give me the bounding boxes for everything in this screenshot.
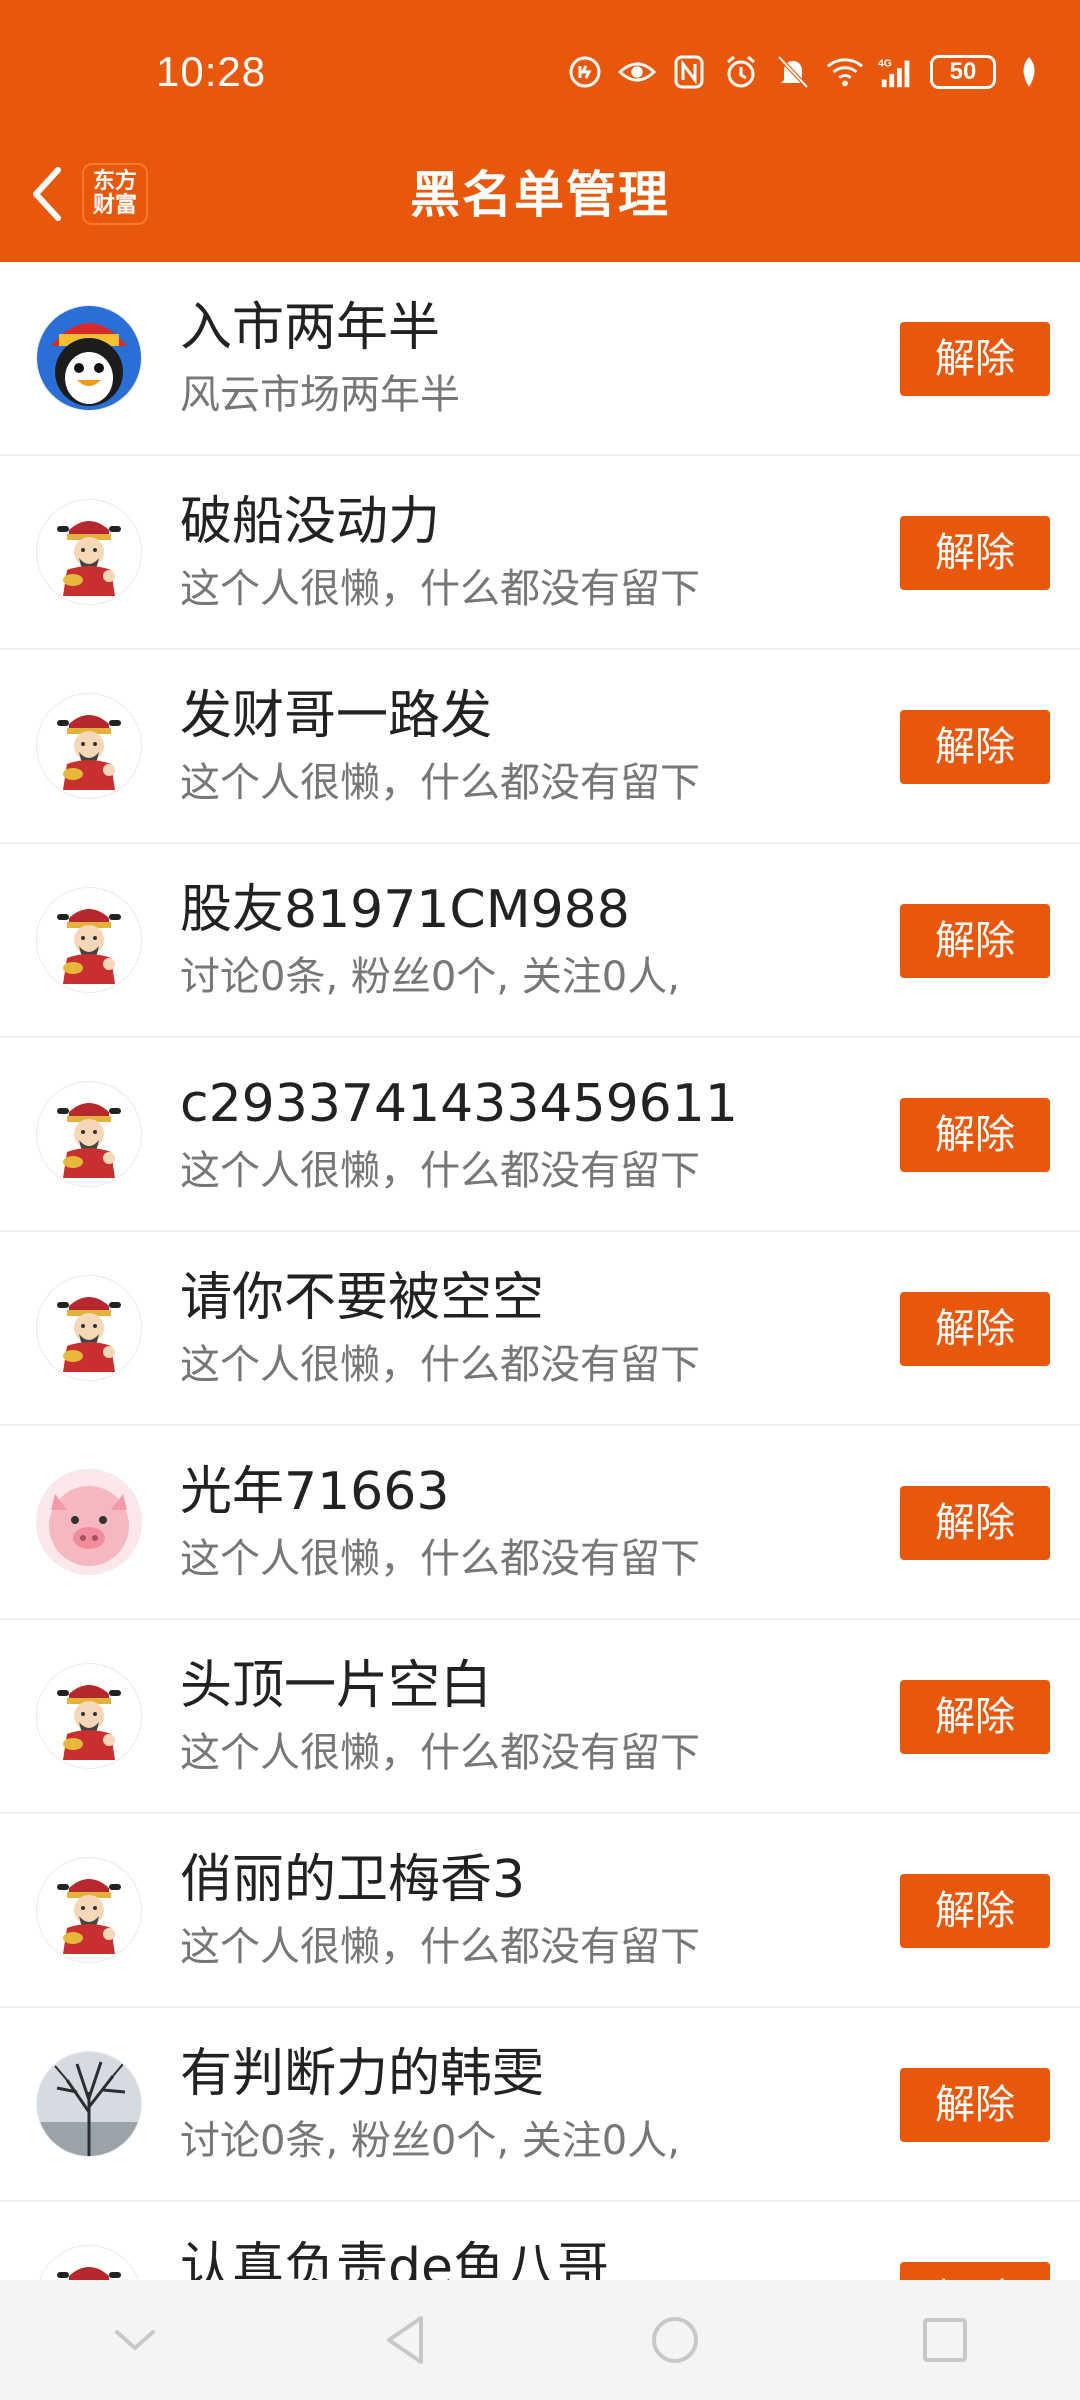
unblock-button[interactable]: 解除	[900, 322, 1050, 396]
user-description: 讨论0条, 粉丝0个, 关注0人,	[180, 2118, 680, 2164]
user-description: 风云市场两年半	[180, 372, 460, 418]
user-name[interactable]: 入市两年半	[180, 296, 440, 360]
chevron-down-icon	[115, 2330, 155, 2351]
unblock-button[interactable]: 解除	[900, 1680, 1050, 1754]
blacklist-row: 有判断力的韩雯讨论0条, 粉丝0个, 关注0人, 解除	[0, 2008, 1080, 2202]
user-description: 这个人很懒，什么都没有留下	[180, 566, 700, 612]
blacklist-row: 请你不要被空空这个人很懒，什么都没有留下 解除	[0, 1232, 1080, 1426]
hide-nav-button[interactable]	[103, 2308, 167, 2372]
nav-back-button[interactable]	[373, 2308, 437, 2372]
user-name[interactable]: 股友81971CM988	[180, 878, 630, 942]
circle-home-icon	[652, 2317, 698, 2363]
user-name[interactable]: 光年71663	[180, 1460, 449, 1524]
user-name[interactable]: 头顶一片空白	[180, 1654, 492, 1718]
user-name[interactable]: c2933741433459611	[180, 1072, 738, 1136]
blacklist: 入市两年半 风云市场两年半 解除 破船没动力 这个人很懒，什么都没有留下 解除 发财哥一路发…	[0, 262, 1080, 2396]
status-time: 10:28	[156, 48, 267, 95]
unblock-button[interactable]: 解除	[900, 516, 1050, 590]
user-avatar[interactable]	[37, 1276, 141, 1380]
leaf-icon	[1010, 53, 1048, 91]
user-avatar[interactable]	[37, 888, 141, 992]
user-name[interactable]: 破船没动力	[180, 490, 440, 554]
blacklist-row: c2933741433459611 这个人很懒，什么都没有留下 解除	[0, 1038, 1080, 1232]
user-description: 这个人很懒，什么都没有留下	[180, 1536, 700, 1582]
system-nav-bar	[0, 2280, 1080, 2400]
blacklist-row: 光年71663 这个人很懒，什么都没有留下 解除	[0, 1426, 1080, 1620]
user-name[interactable]: 有判断力的韩雯	[180, 2042, 544, 2106]
user-description: 讨论0条, 粉丝0个, 关注0人,	[180, 954, 680, 1000]
blacklist-row: 破船没动力这个人很懒，什么都没有留下 解除	[0, 456, 1080, 650]
square-recents-icon	[923, 2318, 967, 2362]
user-avatar[interactable]	[37, 1082, 141, 1186]
unblock-button[interactable]: 解除	[900, 904, 1050, 978]
user-avatar[interactable]	[37, 1664, 141, 1768]
page-title: 黑名单管理	[410, 166, 670, 224]
blacklist-row: 头顶一片空白这个人很懒，什么都没有留下 解除	[0, 1620, 1080, 1814]
unblock-button[interactable]: 解除	[900, 1098, 1050, 1172]
user-description: 这个人很懒，什么都没有留下	[180, 1342, 700, 1388]
user-description: 这个人很懒，什么都没有留下	[180, 760, 700, 806]
signal-4g-icon: 4G	[878, 53, 916, 91]
user-name[interactable]: 俏丽的卫梅香3	[180, 1848, 525, 1912]
blacklist-row: 俏丽的卫梅香3 这个人很懒，什么都没有留下 解除	[0, 1814, 1080, 2008]
user-description: 这个人很懒，什么都没有留下	[180, 1924, 700, 1970]
unblock-button[interactable]: 解除	[900, 710, 1050, 784]
status-icons: 4G 50	[566, 46, 1048, 98]
unblock-button[interactable]: 解除	[900, 1486, 1050, 1560]
user-name[interactable]: 请你不要被空空	[180, 1266, 544, 1330]
user-description: 这个人很懒，什么都没有留下	[180, 1148, 700, 1194]
blacklist-row: 入市两年半风云市场两年半 解除	[0, 262, 1080, 456]
nav-home-button[interactable]	[643, 2308, 707, 2372]
user-avatar[interactable]	[37, 1858, 141, 1962]
top-bar: 10:28 4G 50 东方 财富 黑名单管理	[0, 0, 1080, 262]
nfc-icon	[670, 53, 708, 91]
user-avatar[interactable]	[37, 500, 141, 604]
svg-text:4G: 4G	[878, 58, 892, 69]
unblock-button[interactable]: 解除	[900, 2068, 1050, 2142]
data-saver-icon	[566, 53, 604, 91]
battery-indicator: 50	[930, 55, 996, 89]
blacklist-row: 发财哥一路发这个人很懒，什么都没有留下 解除	[0, 650, 1080, 844]
alarm-icon	[722, 53, 760, 91]
user-avatar[interactable]	[37, 306, 141, 410]
triangle-back-icon	[387, 2316, 423, 2364]
blacklist-row: 股友81971CM988 讨论0条, 粉丝0个, 关注0人, 解除	[0, 844, 1080, 1038]
unblock-button[interactable]: 解除	[900, 1292, 1050, 1366]
user-name[interactable]: 发财哥一路发	[180, 684, 492, 748]
wifi-icon	[826, 53, 864, 91]
user-avatar[interactable]	[37, 1470, 141, 1574]
unblock-button[interactable]: 解除	[900, 1874, 1050, 1948]
nav-recents-button[interactable]	[913, 2308, 977, 2372]
user-avatar[interactable]	[37, 694, 141, 798]
user-description: 这个人很懒，什么都没有留下	[180, 1730, 700, 1776]
mute-icon	[774, 53, 812, 91]
eye-icon	[618, 53, 656, 91]
user-avatar[interactable]	[37, 2052, 141, 2156]
